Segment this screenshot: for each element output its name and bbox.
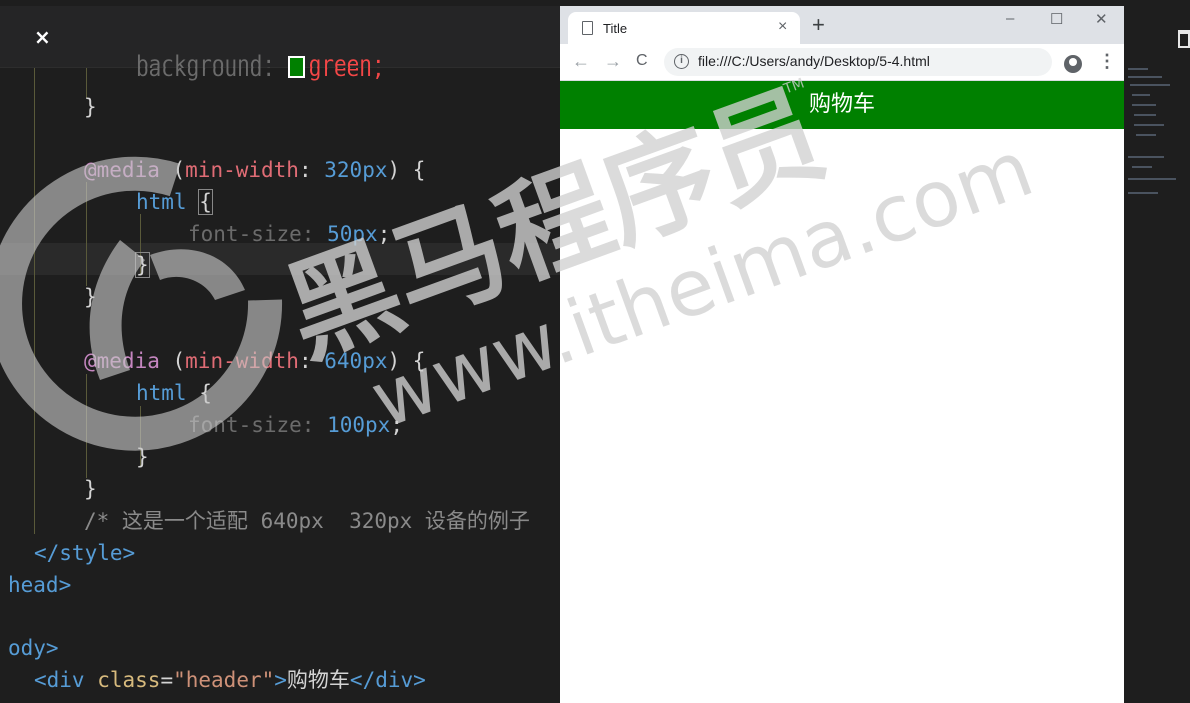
code-line: }	[84, 95, 97, 119]
media-feature: min-width	[185, 158, 299, 182]
browser-window: Title × + – ☐ ✕ ← → C i file:///C:/Users…	[560, 6, 1142, 703]
document-icon	[582, 21, 593, 35]
code-line: <div class="header">购物车</div>	[34, 665, 426, 696]
selector: html	[136, 190, 187, 214]
menu-icon[interactable]: ⋮	[1098, 51, 1116, 72]
code-line-partial: background: green;	[136, 54, 385, 68]
unit: px	[362, 349, 388, 373]
selector: html	[136, 381, 187, 405]
number: 320	[324, 158, 363, 182]
punct: :	[298, 158, 325, 182]
html-tag: >	[274, 668, 287, 692]
number: 50	[327, 222, 353, 246]
css-value: green;	[308, 54, 385, 68]
tab-title[interactable]: Title ×	[568, 12, 800, 44]
minimap-line	[1132, 94, 1150, 96]
css-property: background:	[136, 54, 276, 68]
minimap-panel	[1124, 6, 1190, 703]
address-bar[interactable]: i file:///C:/Users/andy/Desktop/5-4.html…	[664, 48, 1142, 76]
number: 100	[327, 413, 366, 437]
code-line: html {	[136, 378, 212, 409]
code-line: head>	[8, 573, 72, 597]
unit: px	[362, 158, 388, 182]
minimap-line	[1136, 134, 1156, 136]
code-comment: /* 这是一个适配 640px 320px 设备的例子	[84, 509, 530, 533]
minimap-line	[1132, 166, 1152, 168]
tab-title-label: Title	[603, 21, 628, 36]
minimap-line	[1134, 124, 1164, 126]
back-button[interactable]: ←	[572, 51, 590, 72]
tab-close-icon[interactable]: ×	[778, 18, 787, 36]
url-text[interactable]: file:///C:/Users/andy/Desktop/5-4.html	[698, 53, 930, 69]
code-line: }	[84, 477, 97, 501]
at-rule: @media	[84, 158, 160, 182]
window-close-button[interactable]: ✕	[1095, 10, 1108, 28]
punct: ) {	[387, 349, 426, 373]
brace: {	[199, 381, 212, 405]
code-line: @media (min-width: 320px) {	[84, 155, 425, 186]
panel-icon[interactable]	[1178, 30, 1190, 48]
unit: px	[365, 413, 391, 437]
matched-bracket: }	[135, 252, 150, 278]
punct: :	[298, 349, 325, 373]
profile-icon[interactable]	[1064, 55, 1082, 73]
code-line: }	[84, 285, 97, 309]
browser-toolbar: ← → C i file:///C:/Users/andy/Desktop/5-…	[560, 44, 1142, 81]
punct: (	[159, 158, 186, 182]
punct: ) {	[387, 158, 426, 182]
code-editor[interactable]: background: green; } @media (min-width: …	[0, 6, 560, 703]
code-line: ody>	[8, 636, 59, 660]
code-line: </style>	[34, 541, 136, 565]
tab-strip: Title × + – ☐ ✕	[560, 6, 1124, 44]
html-tag: <div	[34, 668, 85, 692]
html-tag: </div>	[349, 668, 426, 692]
page-header: 购物车	[560, 81, 1124, 129]
minimize-button[interactable]: –	[1006, 10, 1014, 27]
minimap-line	[1128, 156, 1164, 158]
color-swatch	[287, 56, 305, 68]
maximize-button[interactable]: ☐	[1050, 10, 1063, 28]
info-icon[interactable]: i	[674, 54, 689, 69]
forward-button[interactable]: →	[604, 51, 622, 72]
minimap-line	[1134, 114, 1156, 116]
new-tab-button[interactable]: +	[812, 13, 825, 37]
punct: ;	[390, 413, 403, 437]
at-rule: @media	[84, 349, 160, 373]
minimap-line	[1128, 192, 1158, 194]
page-viewport: 购物车	[560, 81, 1124, 703]
code-line: html {	[136, 187, 213, 218]
number: 640	[324, 349, 363, 373]
reload-button[interactable]: C	[636, 52, 648, 70]
punct: ;	[377, 222, 391, 246]
code-line: }	[135, 250, 150, 281]
punct: (	[159, 349, 186, 373]
punct: =	[160, 668, 174, 692]
code-line: font-size: 100px;	[188, 410, 403, 441]
css-property: font-size:	[188, 413, 315, 437]
code-line: }	[136, 445, 149, 469]
minimap-line	[1128, 76, 1162, 78]
unit: px	[352, 222, 378, 246]
code-line: font-size: 50px;	[188, 219, 390, 250]
close-icon[interactable]: ×	[34, 24, 51, 50]
minimap-line	[1130, 84, 1170, 86]
code-line: @media (min-width: 640px) {	[84, 346, 425, 377]
matched-bracket: {	[198, 189, 213, 215]
html-text: 购物车	[286, 668, 350, 692]
html-string: "header"	[173, 668, 275, 692]
minimap-line	[1132, 104, 1156, 106]
minimap-line	[1128, 178, 1176, 180]
html-attr: class	[97, 668, 161, 692]
media-feature: min-width	[185, 349, 299, 373]
minimap-line	[1128, 68, 1148, 70]
code-area[interactable]: background: green; } @media (min-width: …	[0, 6, 560, 703]
css-property: font-size:	[188, 222, 315, 246]
